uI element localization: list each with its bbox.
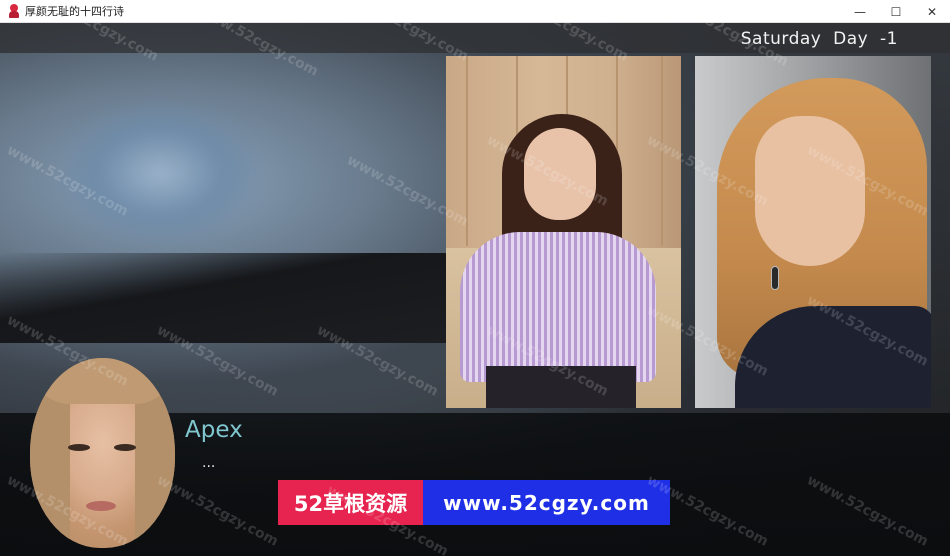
window-title: 厚颜无耻的十四行诗	[25, 5, 124, 18]
character-portrait-right	[695, 56, 931, 408]
background-roof	[0, 253, 460, 343]
day-label: Saturday Day -1	[740, 29, 898, 49]
app-person-icon	[8, 4, 20, 18]
window-title-bar[interactable]: 厚颜无耻的十四行诗 — ☐ ✕	[0, 0, 950, 23]
background-sky	[60, 103, 260, 243]
watermark-banner-left: 52草根资源	[278, 480, 423, 525]
speaker-portrait	[30, 358, 175, 548]
speaker-name: Apex	[185, 417, 243, 443]
game-viewport[interactable]: Saturday Day -1 Apex ... 52草根资源 www.52cg…	[0, 23, 950, 556]
maximize-button[interactable]: ☐	[878, 0, 914, 23]
close-button[interactable]: ✕	[914, 0, 950, 23]
watermark-banner-right: www.52cgzy.com	[423, 480, 670, 525]
window-controls: — ☐ ✕	[842, 0, 950, 23]
character-portrait-left	[446, 56, 681, 408]
minimize-button[interactable]: —	[842, 0, 878, 23]
dialogue-text: ...	[202, 455, 216, 471]
